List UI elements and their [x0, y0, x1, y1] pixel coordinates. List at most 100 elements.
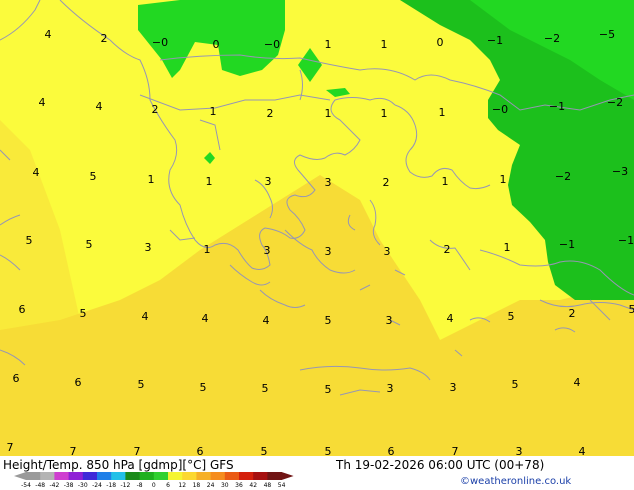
temperature-label: 3 [265, 175, 272, 188]
temperature-label: 2 [101, 32, 108, 45]
temperature-label: 2 [152, 103, 159, 116]
colorbar-tick-label: -42 [49, 482, 59, 488]
temperature-label: 5 [200, 381, 207, 394]
colorbar-swatch [253, 472, 268, 480]
temperature-label: 3 [384, 245, 391, 258]
temperature-label: −3 [612, 165, 628, 178]
colorbar-swatch [224, 472, 240, 480]
temperature-map: 4 2 −0 0 −0 1 1 0 −1 −2 −5 4 4 2 1 2 1 1 1 −0 −1 −2 4 5 1 1 3 3 2 1 1 −… [0, 0, 634, 456]
temperature-label: 1 [381, 107, 388, 120]
colorbar-tick-label: 12 [178, 482, 186, 488]
colorbar-tick-label: 18 [193, 482, 201, 488]
colorbar-swatch [267, 472, 282, 480]
colorbar-swatch [182, 472, 197, 480]
colorbar-tick-label: 0 [152, 482, 156, 488]
temperature-label: 1 [442, 175, 449, 188]
temperature-label: −1 [549, 100, 565, 113]
temperature-label: 5 [26, 234, 33, 247]
colorbar-tick-label: -12 [120, 482, 130, 488]
temperature-label: −1 [487, 34, 503, 47]
colorbar-swatch [40, 472, 55, 480]
temperature-label: 1 [500, 173, 507, 186]
temperature-label: 6 [75, 376, 82, 389]
temperature-label: 6 [388, 445, 395, 456]
colorbar-swatch [139, 472, 155, 480]
temperature-label: 4 [202, 312, 209, 325]
colorbar-swatch [125, 472, 140, 480]
colorbar-swatch [239, 472, 254, 480]
temperature-label: 5 [262, 382, 269, 395]
temperature-label: 5 [325, 383, 332, 396]
weather-map-figure: 4 2 −0 0 −0 1 1 0 −1 −2 −5 4 4 2 1 2 1 1 1 −0 −1 −2 4 5 1 1 3 3 2 1 1−… [0, 0, 634, 490]
colorbar-swatch [196, 472, 211, 480]
temperature-label: 3 [325, 176, 332, 189]
temperature-label: 4 [574, 376, 581, 389]
temperature-label: 4 [142, 310, 149, 323]
temperature-label: 3 [145, 241, 152, 254]
valid-datetime: Th 19-02-2026 06:00 UTC (00+78) [336, 458, 545, 472]
temperature-label: −0 [152, 36, 168, 49]
temperature-label: 5 [629, 303, 634, 316]
map-footer: Height/Temp. 850 hPa [gdmp][°C] GFS Th 1… [0, 456, 634, 490]
temperature-label: 4 [33, 166, 40, 179]
temperature-label: 1 [504, 241, 511, 254]
colorbar-tick-label: 42 [249, 482, 257, 488]
temperature-label: 1 [148, 173, 155, 186]
colorbar-tick-label: -18 [106, 482, 116, 488]
map-canvas: 4 2 −0 0 −0 1 1 0 −1 −2 −5 4 4 2 1 2 1 1 1 −0 −1 −2 4 5 1 1 3 3 2 1 1 −… [0, 0, 634, 456]
temperature-label: 6 [19, 303, 26, 316]
temperature-label: 1 [210, 105, 217, 118]
colorbar-tick-label: -48 [35, 482, 45, 488]
temperature-label: 2 [267, 107, 274, 120]
temperature-label: 7 [134, 445, 141, 456]
temperature-label: 2 [444, 243, 451, 256]
temperature-label: 6 [13, 372, 20, 385]
colorbar-right-arrow [281, 472, 294, 480]
temperature-label: 1 [439, 106, 446, 119]
colorbar-swatch [82, 472, 98, 480]
temperature-label: 0 [213, 38, 220, 51]
colorbar-swatch [54, 472, 69, 480]
temperature-label: 4 [96, 100, 103, 113]
colorbar-tick-label: 30 [221, 482, 229, 488]
temperature-label: 3 [387, 382, 394, 395]
temperature-label: 4 [579, 445, 586, 456]
temperature-label: 7 [7, 441, 14, 454]
temperature-label: −1 [618, 234, 634, 247]
copyright-link[interactable]: ©weatheronline.co.uk [460, 476, 571, 487]
temperature-label: 5 [80, 307, 87, 320]
temperature-label: −0 [492, 103, 508, 116]
temperature-label: 1 [325, 107, 332, 120]
temperature-label: 1 [325, 38, 332, 51]
colorbar-tick-label: 48 [264, 482, 272, 488]
temperature-label: 2 [383, 176, 390, 189]
temperature-label: −2 [607, 96, 623, 109]
temperature-label: 5 [512, 378, 519, 391]
temperature-label: 7 [70, 445, 77, 456]
temperature-label: 4 [39, 96, 46, 109]
temperature-label: 5 [325, 445, 332, 456]
temperature-label: 4 [263, 314, 270, 327]
temperature-label: 5 [508, 310, 515, 323]
temperature-label: 3 [325, 245, 332, 258]
colorbar-swatch [68, 472, 84, 480]
colorbar-tick-label: -54 [21, 482, 31, 488]
colorbar-legend: -54 -48 -42 -38 -30 -24 -18 -12 -8 0 6 12 18 24 30 36 42… [14, 472, 294, 488]
temperature-label: 6 [197, 445, 204, 456]
temperature-label: −1 [559, 238, 575, 251]
temperature-label: 4 [447, 312, 454, 325]
temperature-label: 0 [437, 36, 444, 49]
temperature-label: 1 [206, 175, 213, 188]
colorbar-tick-label: -38 [64, 482, 74, 488]
colorbar-tick-label: 6 [166, 482, 170, 488]
colorbar-swatch [210, 472, 226, 480]
temperature-label: 5 [86, 238, 93, 251]
temperature-label: 4 [45, 28, 52, 41]
colorbar-tick-label: -8 [137, 482, 143, 488]
temperature-label: 5 [261, 445, 268, 456]
colorbar-swatch [168, 472, 183, 480]
temperature-label: 5 [90, 170, 97, 183]
temperature-label: 7 [452, 445, 459, 456]
temperature-label: −2 [555, 170, 571, 183]
temperature-label: −0 [264, 38, 280, 51]
